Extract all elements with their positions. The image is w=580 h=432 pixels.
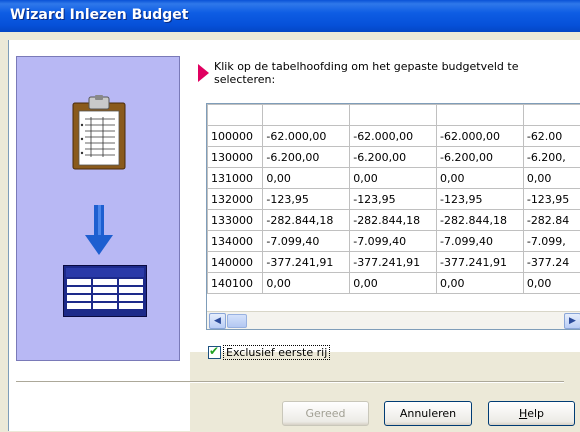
table-cell: -123,95 bbox=[522, 188, 580, 210]
table-cell: -282.84 bbox=[522, 209, 580, 231]
table-cell: -7.099,40 bbox=[262, 230, 351, 252]
table-cell: 0,00 bbox=[262, 272, 351, 294]
column-header[interactable] bbox=[349, 104, 438, 126]
title-bar[interactable]: Wizard Inlezen Budget bbox=[0, 0, 580, 32]
horizontal-scrollbar[interactable]: ◀ ▶ bbox=[207, 311, 580, 329]
column-header[interactable] bbox=[436, 104, 524, 126]
table-row: 100000 -62.000,00 -62.000,00 -62.000,00 -62.… bbox=[207, 125, 580, 147]
budget-grid[interactable]: 100000 -62.000,00 -62.000,00 -62.000,00 -62.… bbox=[206, 103, 580, 330]
column-header[interactable] bbox=[522, 104, 580, 126]
pointer-arrow-icon bbox=[198, 64, 209, 82]
wizard-window: Wizard Inlezen Budget Klik op de tabelho… bbox=[0, 0, 580, 432]
table-cell: 140000 bbox=[207, 251, 264, 273]
table-cell: -7.099, bbox=[522, 230, 580, 252]
table-cell: -123,95 bbox=[262, 188, 351, 210]
table-cell: 0,00 bbox=[436, 272, 524, 294]
table-cell: 140100 bbox=[207, 272, 264, 294]
illustration-panel bbox=[16, 56, 180, 361]
table-cell: 0,00 bbox=[522, 167, 580, 189]
finish-button[interactable]: Gereed bbox=[282, 401, 369, 426]
table-cell: -282.844,18 bbox=[436, 209, 524, 231]
column-header[interactable] bbox=[262, 104, 351, 126]
table-cell: -282.844,18 bbox=[349, 209, 438, 231]
table-cell: -377.24 bbox=[522, 251, 580, 273]
grid-table: 100000 -62.000,00 -62.000,00 -62.000,00 -62.… bbox=[207, 104, 580, 294]
table-cell: -6.200,00 bbox=[349, 146, 438, 168]
instruction-text: Klik op de tabelhoofding om het gepaste … bbox=[214, 60, 519, 86]
arrow-down-icon bbox=[85, 205, 113, 255]
table-cell: -7.099,40 bbox=[436, 230, 524, 252]
table-cell: -377.241,91 bbox=[436, 251, 524, 273]
table-cell: -377.241,91 bbox=[262, 251, 351, 273]
table-row: 130000 -6.200,00 -6.200,00 -6.200,00 -6.200, bbox=[207, 146, 580, 168]
table-cell: -7.099,40 bbox=[349, 230, 438, 252]
table-row: 133000 -282.844,18 -282.844,18 -282.844,18-… bbox=[207, 209, 580, 231]
table-cell: -123,95 bbox=[349, 188, 438, 210]
grid-header-row[interactable] bbox=[207, 104, 580, 126]
table-cell: 0,00 bbox=[436, 167, 524, 189]
table-cell: -377.241,91 bbox=[349, 251, 438, 273]
table-row: 140000 -377.241,91 -377.241,91 -377.241,91-… bbox=[207, 251, 580, 273]
table-row: 131000 0,00 0,00 0,00 0,00 bbox=[207, 167, 580, 189]
table-cell: -282.844,18 bbox=[262, 209, 351, 231]
table-cell: 0,00 bbox=[522, 272, 580, 294]
checkmark-icon: ✔ bbox=[209, 344, 220, 358]
grid-body: 100000 -62.000,00 -62.000,00 -62.000,00 -62.… bbox=[207, 125, 580, 294]
table-cell: 131000 bbox=[207, 167, 264, 189]
table-cell: 0,00 bbox=[262, 167, 351, 189]
table-cell: 0,00 bbox=[349, 167, 438, 189]
scroll-thumb[interactable] bbox=[227, 314, 247, 328]
table-row: 132000 -123,95 -123,95 -123,95 -123,95 bbox=[207, 188, 580, 210]
scroll-right-icon[interactable]: ▶ bbox=[564, 313, 580, 329]
table-row: 134000 -7.099,40 -7.099,40 -7.099,40 -7.099, bbox=[207, 230, 580, 252]
table-icon bbox=[63, 265, 147, 317]
table-cell: 134000 bbox=[207, 230, 264, 252]
scroll-left-icon[interactable]: ◀ bbox=[209, 313, 226, 329]
table-cell: -6.200,00 bbox=[436, 146, 524, 168]
table-cell: -62.000,00 bbox=[262, 125, 351, 147]
table-cell: 0,00 bbox=[349, 272, 438, 294]
table-cell: -6.200,00 bbox=[262, 146, 351, 168]
window-title: Wizard Inlezen Budget bbox=[10, 7, 189, 23]
help-button[interactable]: Help bbox=[488, 401, 575, 426]
table-cell: -123,95 bbox=[436, 188, 524, 210]
cancel-button[interactable]: Annuleren bbox=[384, 401, 472, 426]
table-cell: 133000 bbox=[207, 209, 264, 231]
column-header[interactable] bbox=[207, 104, 264, 126]
exclude-first-row-label[interactable]: Exclusief eerste rij bbox=[223, 345, 331, 360]
table-cell: -62.00 bbox=[522, 125, 580, 147]
table-row: 140100 0,00 0,00 0,00 0,00 bbox=[207, 272, 580, 294]
table-cell: 100000 bbox=[207, 125, 264, 147]
separator bbox=[16, 381, 564, 383]
table-cell: -62.000,00 bbox=[349, 125, 438, 147]
table-cell: -6.200, bbox=[522, 146, 580, 168]
exclude-first-row-checkbox[interactable]: ✔ bbox=[208, 344, 221, 359]
clipboard-icon bbox=[72, 95, 126, 170]
table-cell: -62.000,00 bbox=[436, 125, 524, 147]
table-cell: 132000 bbox=[207, 188, 264, 210]
table-cell: 130000 bbox=[207, 146, 264, 168]
